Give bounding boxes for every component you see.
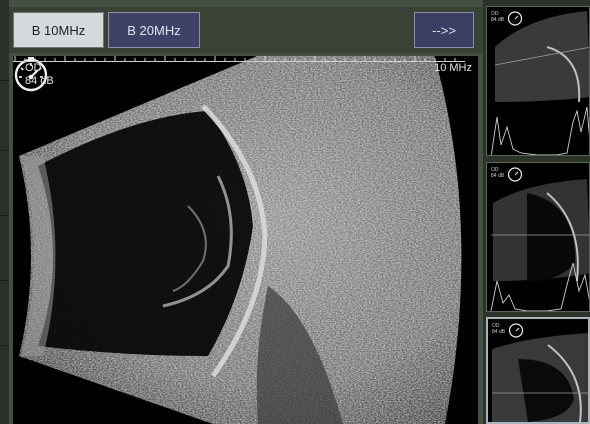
tab-b-20mhz[interactable]: B 20MHz <box>108 12 200 48</box>
thumbnail-3[interactable]: OD 84 dB <box>486 317 590 424</box>
strip-divider <box>0 215 9 216</box>
b-scan-image <box>19 56 462 424</box>
ultrasound-image-view[interactable]: OD 84 dB 10 MHz <box>13 56 478 424</box>
ultrasound-app: B 10MHz B 20MHz -->> OD 84 dB 10 MHz OD … <box>0 0 590 424</box>
strip-divider <box>0 150 9 151</box>
thumb-gain-readout: 84 dB <box>492 329 506 335</box>
thumbnail-scan <box>490 11 589 155</box>
gauge-icon <box>508 323 524 338</box>
frequency-readout: 10 MHz <box>434 62 472 74</box>
thumbnail-2[interactable]: OD 84 dB <box>486 162 590 312</box>
tab-b-10mhz[interactable]: B 10MHz <box>13 12 104 48</box>
thumb-gain-readout: 84 dB <box>491 17 505 23</box>
thumbnail-1[interactable]: OD 84 dB <box>486 6 590 156</box>
probe-toolbar: B 10MHz B 20MHz -->> <box>9 7 483 53</box>
next-button[interactable]: -->> <box>414 12 474 48</box>
gauge-icon <box>507 167 523 182</box>
thumbnail-strip: OD 84 dB OD 84 dB OD 84 dB <box>483 0 590 424</box>
thumb-gain-readout: 84 dB <box>491 173 505 179</box>
gauge-icon <box>507 11 523 26</box>
strip-divider <box>0 80 9 81</box>
strip-divider <box>0 280 9 281</box>
left-edge-strip <box>0 0 9 424</box>
depth-scale-ruler <box>13 56 465 62</box>
strip-divider <box>0 345 9 346</box>
thumbnail-scan <box>490 179 589 311</box>
